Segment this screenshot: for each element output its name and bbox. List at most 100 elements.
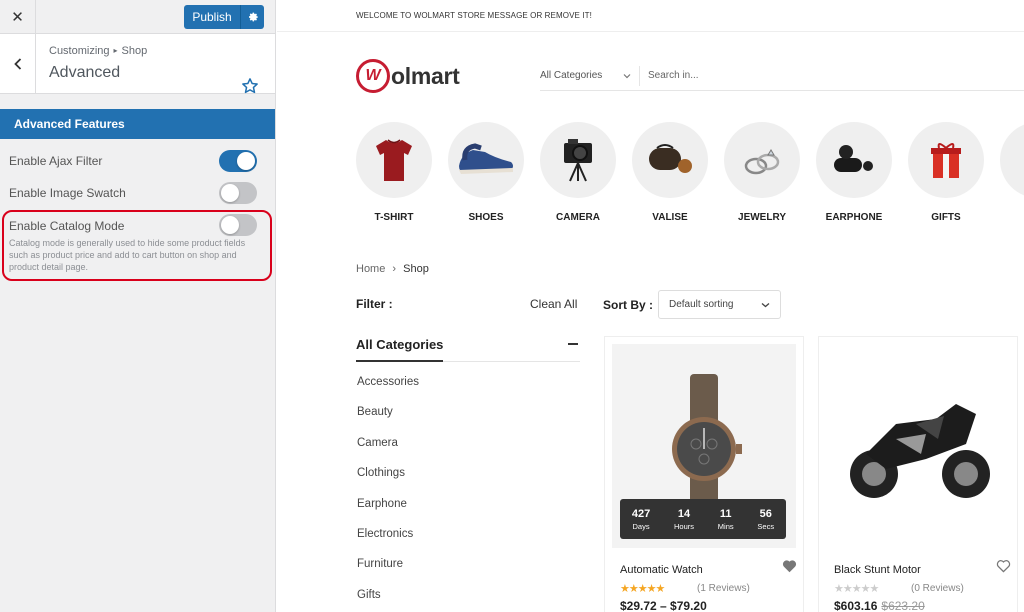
back-button[interactable]	[0, 34, 36, 94]
category-list: Accessories Beauty Camera Clothings Earp…	[357, 376, 419, 612]
countdown-days-label: Days	[632, 521, 650, 531]
earphone-image	[816, 122, 892, 198]
catalog-mode-description: Catalog mode is generally used to hide s…	[9, 238, 246, 272]
product-card[interactable]: 427 Days 14 Hours 11 Mins 56 Secs Automatic …	[604, 336, 804, 612]
category-camera[interactable]: CAMERA	[540, 122, 632, 223]
crumb-section: Shop	[121, 45, 148, 57]
clean-all-link[interactable]: Clean All	[530, 297, 577, 311]
camera-image	[540, 122, 616, 198]
chevron-down-icon	[761, 302, 770, 307]
category-label: SHOES	[468, 212, 504, 223]
collapse-icon[interactable]	[568, 343, 578, 345]
chevron-left-icon	[13, 58, 21, 70]
category-link[interactable]: Earphone	[357, 498, 419, 528]
shoes-image	[448, 122, 524, 198]
section-header: Customizing ▸ Shop Advanced	[0, 34, 275, 94]
sort-value: Default sorting	[669, 299, 734, 310]
category-link[interactable]: Accessories	[357, 376, 419, 406]
category-label: GIFTS	[931, 212, 961, 223]
review-count[interactable]: (0 Reviews)	[911, 583, 964, 594]
sale-countdown: 427 Days 14 Hours 11 Mins 56 Secs	[620, 499, 786, 539]
countdown-mins-label: Mins	[717, 521, 734, 531]
store-logo[interactable]: W olmart	[356, 59, 460, 93]
category-jewelry[interactable]: JEWELRY	[724, 122, 816, 223]
crumb-arrow-icon: ▸	[113, 46, 118, 55]
option-label-image-swatch: Enable Image Swatch	[9, 186, 126, 200]
all-categories-widget-header[interactable]: All Categories	[356, 336, 580, 362]
search-category-label: All Categories	[540, 70, 603, 81]
category-gifts[interactable]: GIFTS	[908, 122, 1000, 223]
breadcrumb-current: Shop	[403, 263, 429, 275]
close-customizer-button[interactable]: ✕	[0, 0, 36, 33]
category-link[interactable]: Clothings	[357, 467, 419, 497]
countdown-hours-label: Hours	[674, 521, 695, 531]
category-link[interactable]: Beauty	[357, 406, 419, 436]
category-label: T-SHIRT	[374, 212, 414, 223]
countdown-mins-value: 11	[719, 507, 732, 520]
product-price: $29.72 – $79.20	[620, 599, 707, 612]
category-partial-image	[1000, 122, 1024, 198]
category-link[interactable]: Gifts	[357, 589, 419, 612]
chevron-down-icon	[623, 73, 631, 78]
gear-icon[interactable]	[240, 5, 264, 29]
price-current: $29.72 – $79.20	[620, 599, 707, 612]
gifts-image	[908, 122, 984, 198]
jewelry-image	[724, 122, 800, 198]
customizer-header: ✕ Publish	[0, 0, 275, 34]
customizer-breadcrumb: Customizing ▸ Shop	[49, 45, 147, 57]
publish-button[interactable]: Publish	[184, 5, 264, 29]
wishlist-heart-icon[interactable]	[782, 559, 797, 573]
product-price: $603.16 $623.20	[834, 599, 925, 612]
category-valise[interactable]: VALISE	[632, 122, 724, 223]
countdown-secs-label: Secs	[757, 521, 775, 531]
category-more[interactable]	[1000, 122, 1024, 223]
image-swatch-toggle[interactable]	[219, 182, 257, 204]
category-shoes[interactable]: SHOES	[448, 122, 540, 223]
product-name[interactable]: Automatic Watch	[620, 564, 703, 576]
shop-breadcrumb: Home › Shop	[356, 263, 429, 275]
category-link[interactable]: Furniture	[357, 558, 419, 588]
countdown-hours-value: 14	[677, 507, 691, 520]
filter-label: Filter :	[356, 297, 393, 311]
review-count[interactable]: (1 Reviews)	[697, 583, 750, 594]
category-earphone[interactable]: EARPHONE	[816, 122, 908, 223]
welcome-message: WELCOME TO WOLMART STORE MESSAGE OR REMO…	[277, 0, 1024, 32]
wishlist-heart-icon[interactable]	[996, 559, 1011, 573]
category-label: CAMERA	[556, 212, 600, 223]
rating-stars: ★★★★★	[620, 583, 665, 595]
logo-text: olmart	[391, 62, 460, 89]
valise-image	[632, 122, 708, 198]
catalog-mode-toggle[interactable]	[219, 214, 257, 236]
category-link[interactable]: Electronics	[357, 528, 419, 558]
sort-select[interactable]: Default sorting	[658, 290, 781, 319]
category-link[interactable]: Camera	[357, 437, 419, 467]
product-card[interactable]: Black Stunt Motor ★★★★★ (0 Reviews) $603…	[818, 336, 1018, 612]
category-label: JEWELRY	[738, 212, 786, 223]
countdown-secs-value: 56	[759, 507, 772, 520]
logo-mark: W	[356, 59, 390, 93]
publish-label: Publish	[192, 10, 232, 24]
all-categories-title: All Categories	[356, 337, 444, 362]
product-image-watch[interactable]: 427 Days 14 Hours 11 Mins 56 Secs	[612, 344, 796, 548]
close-icon: ✕	[11, 8, 24, 26]
price-old: $623.20	[881, 599, 925, 612]
search-bar: All Categories Search in...	[540, 61, 1024, 91]
breadcrumb-home[interactable]: Home	[356, 263, 385, 275]
price-current: $603.16	[834, 599, 878, 612]
category-label: VALISE	[652, 212, 688, 223]
option-label-ajax-filter: Enable Ajax Filter	[9, 154, 103, 168]
tshirt-image	[356, 122, 432, 198]
category-strip: T-SHIRT SHOES CAMERA VALISE JEWELRY EARP…	[356, 122, 1024, 223]
countdown-days-value: 427	[631, 507, 651, 520]
category-label: EARPHONE	[825, 212, 883, 223]
product-image-motorbike[interactable]	[826, 344, 1010, 548]
option-label-catalog-mode: Enable Catalog Mode	[9, 219, 125, 233]
search-category-select[interactable]: All Categories	[540, 65, 640, 86]
search-input[interactable]: Search in...	[640, 70, 699, 81]
section-title: Advanced	[49, 64, 121, 81]
ajax-filter-toggle[interactable]	[219, 150, 257, 172]
star-icon[interactable]	[241, 77, 259, 95]
category-tshirt[interactable]: T-SHIRT	[356, 122, 448, 223]
customizer-panel: ✕ Publish Customizing ▸ Shop Advanced Adva…	[0, 0, 276, 612]
product-name[interactable]: Black Stunt Motor	[834, 564, 921, 576]
